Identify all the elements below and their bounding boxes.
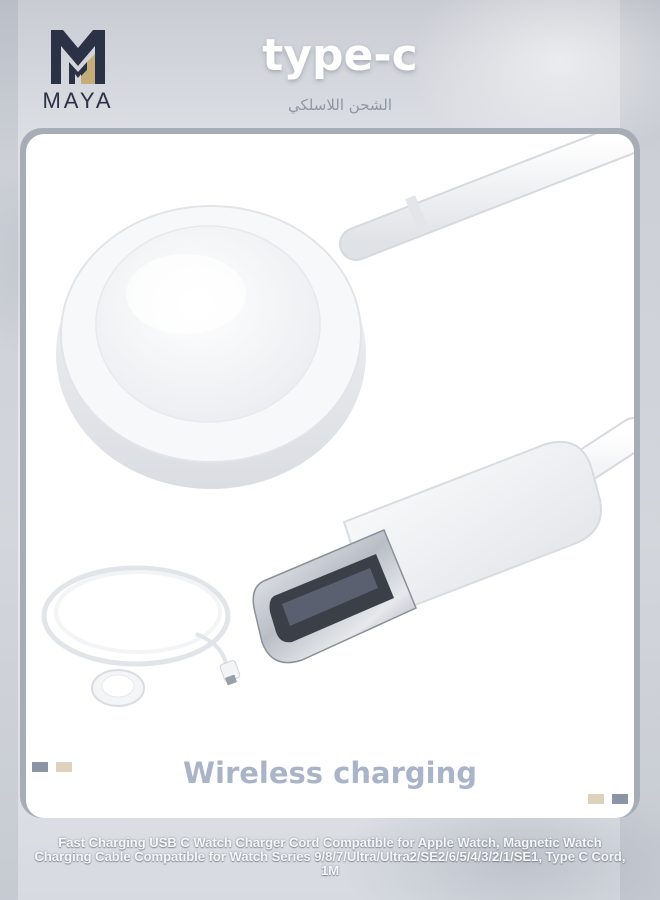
page-title: type-c — [262, 30, 418, 81]
decor-swatch-slate-left — [32, 762, 48, 772]
decor-swatch-beige-right — [588, 794, 604, 804]
caption-wireless-charging: Wireless charging — [183, 756, 477, 790]
brand-logo: MAYA — [28, 26, 128, 114]
product-description: Fast Charging USB C Watch Charger Cord C… — [34, 835, 626, 878]
product-card: Wireless charging — [26, 134, 634, 818]
brand-name: MAYA — [42, 88, 114, 113]
page-subtitle: الشحن اللاسلكي — [288, 96, 392, 114]
product-image — [41, 134, 634, 707]
decor-swatch-beige-left — [56, 762, 72, 772]
maya-m-logo-icon — [51, 30, 105, 84]
decor-swatch-slate-right — [612, 794, 628, 804]
